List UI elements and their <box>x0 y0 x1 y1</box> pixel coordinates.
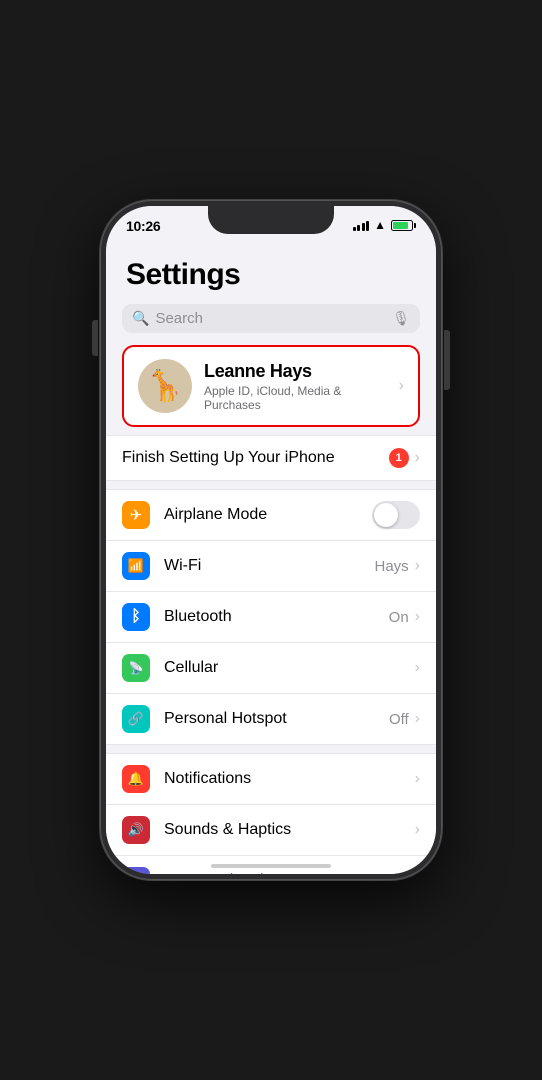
home-indicator <box>211 864 331 868</box>
notifications-chevron-icon: › <box>415 770 420 788</box>
dnd-chevron-icon: › <box>415 872 420 874</box>
list-item[interactable]: 🔔 Notifications › <box>106 754 436 805</box>
airplane-mode-toggle[interactable] <box>372 501 420 529</box>
settings-header: Settings <box>106 250 436 298</box>
profile-name: Leanne Hays <box>204 361 387 382</box>
wifi-label: Wi-Fi <box>164 557 374 575</box>
setup-chevron-icon: › <box>415 449 420 467</box>
list-item[interactable]: 🔗 Personal Hotspot Off › <box>106 694 436 744</box>
hotspot-icon: 🔗 <box>122 705 150 733</box>
connectivity-group: ✈ Airplane Mode 📶 Wi-Fi Hays › ᛒ Bluet <box>106 489 436 745</box>
notifications-label: Notifications <box>164 770 415 788</box>
bluetooth-label: Bluetooth <box>164 608 389 626</box>
phone-screen: 10:26 ▲ Setti <box>106 206 436 874</box>
notifications-icon: 🔔 <box>122 765 150 793</box>
dnd-label: Do Not Disturb <box>164 872 415 874</box>
notifications-group: 🔔 Notifications › 🔊 Sounds & Haptics › 🌙… <box>106 753 436 874</box>
wifi-value: Hays <box>374 558 408 575</box>
notch <box>208 206 334 234</box>
setup-row[interactable]: Finish Setting Up Your iPhone 1 › <box>106 436 436 480</box>
sounds-chevron-icon: › <box>415 821 420 839</box>
airplane-mode-label: Airplane Mode <box>164 506 372 524</box>
list-item[interactable]: 📡 Cellular › <box>106 643 436 694</box>
avatar: 🦒 <box>138 359 192 413</box>
page-title: Settings <box>126 258 416 292</box>
sounds-label: Sounds & Haptics <box>164 821 415 839</box>
setup-label: Finish Setting Up Your iPhone <box>122 449 389 467</box>
bluetooth-value: On <box>389 609 409 626</box>
list-item[interactable]: ✈ Airplane Mode <box>106 490 436 541</box>
wifi-status-icon: ▲ <box>374 218 386 232</box>
airplane-mode-icon: ✈ <box>122 501 150 529</box>
profile-subtitle: Apple ID, iCloud, Media & Purchases <box>204 384 387 412</box>
wifi-icon: 📶 <box>122 552 150 580</box>
status-time: 10:26 <box>126 218 160 234</box>
phone-frame: 10:26 ▲ Setti <box>100 200 442 880</box>
search-icon: 🔍 <box>132 310 149 327</box>
cellular-icon: 📡 <box>122 654 150 682</box>
battery-icon <box>391 220 416 231</box>
hotspot-chevron-icon: › <box>415 710 420 728</box>
bluetooth-chevron-icon: › <box>415 608 420 626</box>
dnd-icon: 🌙 <box>122 867 150 874</box>
search-input[interactable]: Search <box>155 310 386 327</box>
bluetooth-icon: ᛒ <box>122 603 150 631</box>
status-icons: ▲ <box>353 218 416 232</box>
wifi-chevron-icon: › <box>415 557 420 575</box>
cellular-chevron-icon: › <box>415 659 420 677</box>
settings-scroll-content[interactable]: Settings 🔍 Search 🎙 🦒 Leanne Hays Apple … <box>106 250 436 874</box>
profile-chevron-icon: › <box>399 377 404 395</box>
microphone-icon[interactable]: 🎙 <box>392 310 410 327</box>
sounds-icon: 🔊 <box>122 816 150 844</box>
toggle-knob <box>374 503 398 527</box>
list-item[interactable]: 📶 Wi-Fi Hays › <box>106 541 436 592</box>
hotspot-value: Off <box>389 711 409 728</box>
list-item[interactable]: 🔊 Sounds & Haptics › <box>106 805 436 856</box>
setup-badge: 1 <box>389 448 409 468</box>
list-item[interactable]: ᛒ Bluetooth On › <box>106 592 436 643</box>
search-bar[interactable]: 🔍 Search 🎙 <box>122 304 420 333</box>
setup-group: Finish Setting Up Your iPhone 1 › <box>106 435 436 481</box>
signal-icon <box>353 219 370 231</box>
cellular-label: Cellular <box>164 659 415 677</box>
profile-row[interactable]: 🦒 Leanne Hays Apple ID, iCloud, Media & … <box>122 345 420 427</box>
hotspot-label: Personal Hotspot <box>164 710 389 728</box>
profile-info: Leanne Hays Apple ID, iCloud, Media & Pu… <box>204 361 387 412</box>
